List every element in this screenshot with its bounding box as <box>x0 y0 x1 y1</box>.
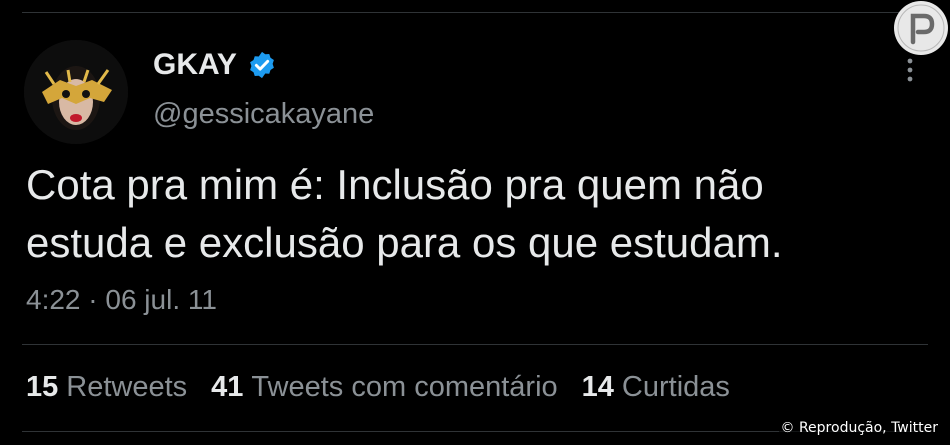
quote-tweets-count: 41 <box>211 371 244 403</box>
tweet-text-line: Cota pra mim é: Inclusão pra quem não <box>26 161 764 208</box>
likes-stat[interactable]: 14 Curtidas <box>582 371 730 404</box>
retweets-count: 15 <box>26 371 59 403</box>
likes-label: Curtidas <box>621 371 730 403</box>
quote-tweets-label: Tweets com comentário <box>251 371 558 403</box>
more-options-icon[interactable] <box>901 57 919 83</box>
retweets-stat[interactable]: 15 Retweets <box>26 371 187 404</box>
display-name-row[interactable]: GKAY <box>153 48 277 82</box>
tweet-text-line: estuda e exclusão para os que estudam. <box>26 219 783 266</box>
verified-badge-icon <box>247 50 277 80</box>
avatar-image <box>24 40 128 144</box>
tweet-text: Cota pra mim é: Inclusão pra quem não es… <box>26 156 926 272</box>
divider <box>22 344 928 345</box>
timestamp[interactable]: 4:22 · 06 jul. 11 <box>26 284 217 316</box>
quote-tweets-stat[interactable]: 41 Tweets com comentário <box>211 371 558 404</box>
engagement-stats: 15 Retweets 41 Tweets com comentário 14 Cur… <box>26 371 730 404</box>
avatar[interactable] <box>24 40 128 144</box>
purepeople-logo-icon <box>893 0 949 56</box>
likes-count: 14 <box>581 371 614 403</box>
handle[interactable]: @gessicakayane <box>153 98 374 131</box>
display-name[interactable]: GKAY <box>153 48 237 82</box>
photo-credit: © Reprodução, Twitter <box>778 420 940 436</box>
retweets-label: Retweets <box>66 371 188 403</box>
top-divider <box>22 12 928 13</box>
